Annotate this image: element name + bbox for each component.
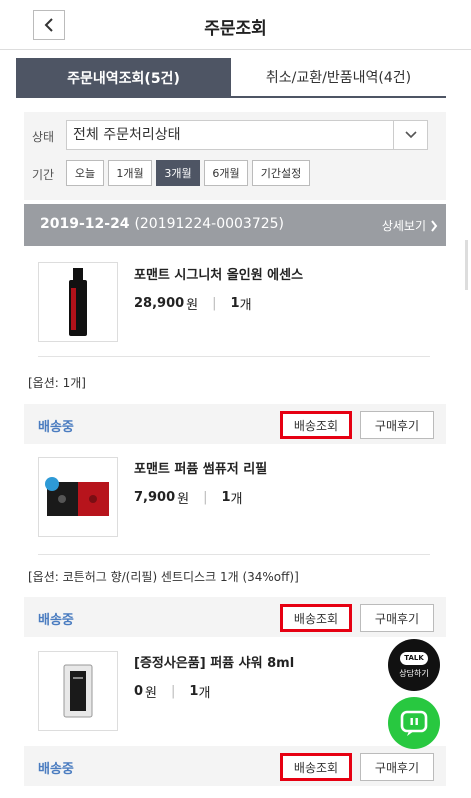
- track-shipment-button[interactable]: 배송조회: [280, 411, 352, 439]
- status-select-value: 전체 주문처리상태: [73, 127, 181, 143]
- chat-icon: [400, 710, 428, 736]
- tab-cancel-exchange-return[interactable]: 취소/교환/반품내역(4건): [231, 58, 446, 98]
- order-tabs: 주문내역조회(5건) 취소/교환/반품내역(4건): [16, 58, 446, 98]
- price-unit: 원: [177, 492, 190, 507]
- product-qty: 1: [230, 296, 240, 311]
- filter-panel: 상태 전체 주문처리상태 기간 오늘 1개월 3개월 6개월 기간설정: [24, 112, 446, 200]
- order-item: 포맨트 퍼퓸 썸퓨저 리필 7,900 원 | 1개 [옵션: 코튼허그 향/(리…: [24, 444, 446, 601]
- product-name[interactable]: [증정사은품] 퍼퓸 샤워 8ml: [134, 652, 294, 671]
- shipping-bar: 배송중 배송조회 구매후기: [24, 597, 446, 637]
- talk-label: 상담하기: [399, 668, 429, 678]
- order-number: (20191224-0003725): [134, 216, 285, 232]
- talk-bubble-icon: TALK: [400, 651, 428, 665]
- track-shipment-button[interactable]: 배송조회: [280, 604, 352, 632]
- chat-button[interactable]: [388, 697, 440, 749]
- shipping-status: 배송중: [38, 613, 74, 628]
- period-6month-button[interactable]: 6개월: [204, 160, 248, 186]
- write-review-button[interactable]: 구매후기: [360, 604, 434, 632]
- shipping-status: 배송중: [38, 420, 74, 435]
- period-label: 기간: [32, 168, 55, 182]
- product-option: [옵션: 코튼허그 향/(리필) 센트디스크 1개 (34%off)]: [28, 570, 299, 584]
- product-option: [옵션: 1개]: [28, 376, 86, 390]
- separator: |: [171, 684, 176, 699]
- period-1month-button[interactable]: 1개월: [108, 160, 152, 186]
- shipping-status: 배송중: [38, 762, 74, 777]
- order-detail-link[interactable]: 상세보기: [382, 217, 438, 234]
- product-name[interactable]: 포맨트 시그니처 올인원 에센스: [134, 264, 303, 283]
- write-review-button[interactable]: 구매후기: [360, 753, 434, 781]
- scrollbar[interactable]: [465, 240, 468, 290]
- product-qty: 1: [189, 684, 199, 699]
- product-price-qty: 0원 | 1개: [134, 682, 210, 701]
- shipping-bar: 배송중 배송조회 구매후기: [24, 746, 446, 786]
- product-thumbnail[interactable]: [38, 457, 118, 537]
- divider: [38, 356, 430, 357]
- shipping-bar: 배송중 배송조회 구매후기: [24, 404, 446, 444]
- separator: |: [203, 490, 208, 505]
- order-date: 2019-12-24: [40, 216, 130, 232]
- status-label: 상태: [32, 130, 55, 144]
- app-header: 주문조회: [0, 0, 471, 50]
- order-header: 2019-12-24 (20191224-0003725) 상세보기: [24, 204, 446, 246]
- tab-order-history[interactable]: 주문내역조회(5건): [16, 58, 231, 98]
- qty-unit: 개: [198, 686, 211, 701]
- product-thumbnail[interactable]: [38, 651, 118, 731]
- separator: |: [212, 296, 217, 311]
- detail-label: 상세보기: [381, 219, 426, 233]
- product-price: 28,900: [134, 296, 185, 311]
- product-thumbnail[interactable]: [38, 262, 118, 342]
- price-unit: 원: [145, 686, 158, 701]
- essence-bottle-image: [69, 268, 87, 336]
- track-shipment-button[interactable]: 배송조회: [280, 753, 352, 781]
- status-select[interactable]: 전체 주문처리상태: [66, 120, 428, 150]
- product-name[interactable]: 포맨트 퍼퓸 썸퓨저 리필: [134, 458, 267, 477]
- price-unit: 원: [186, 298, 199, 313]
- product-price: 0: [134, 684, 144, 699]
- period-3month-button[interactable]: 3개월: [156, 160, 200, 186]
- kakao-talk-button[interactable]: TALK 상담하기: [388, 639, 440, 691]
- perfume-shower-image: [63, 664, 93, 718]
- page-title: 주문조회: [204, 19, 267, 39]
- qty-unit: 개: [230, 492, 243, 507]
- divider: [38, 554, 430, 555]
- period-custom-button[interactable]: 기간설정: [252, 160, 310, 186]
- diffuser-refill-image: [45, 477, 109, 516]
- period-buttons: 오늘 1개월 3개월 6개월 기간설정: [66, 160, 310, 186]
- period-today-button[interactable]: 오늘: [66, 160, 104, 186]
- product-price: 7,900: [134, 490, 176, 505]
- qty-unit: 개: [239, 298, 252, 313]
- product-qty: 1: [221, 490, 231, 505]
- write-review-button[interactable]: 구매후기: [360, 411, 434, 439]
- chevron-down-icon: [393, 121, 427, 149]
- chevron-right-icon: [431, 219, 438, 232]
- product-price-qty: 28,900 원 | 1개: [134, 294, 252, 313]
- order-date-line: 2019-12-24 (20191224-0003725): [40, 216, 284, 232]
- order-item: 포맨트 시그니처 올인원 에센스 28,900 원 | 1개 [옵션: 1개]: [24, 246, 446, 404]
- order-item: [증정사은품] 퍼퓸 샤워 8ml 0원 | 1개: [24, 637, 446, 741]
- product-price-qty: 7,900 원 | 1개: [134, 488, 243, 507]
